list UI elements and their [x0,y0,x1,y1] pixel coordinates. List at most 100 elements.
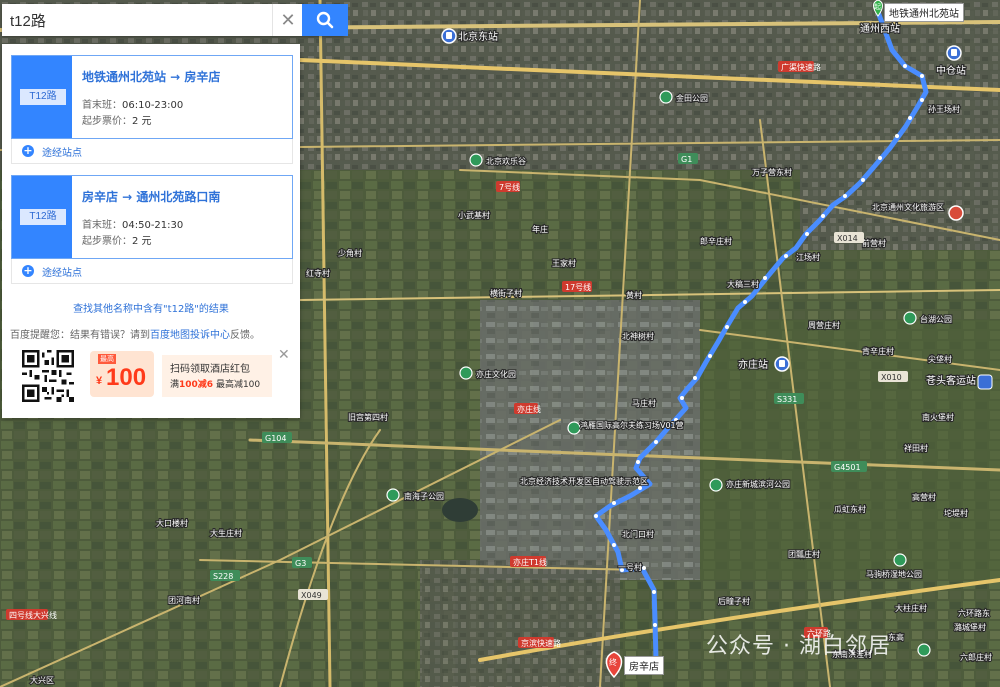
tip-suffix: 反馈。 [230,330,260,341]
train-station-icon[interactable] [774,356,790,372]
route-card-side: T12路 [12,176,72,258]
stops-label: 途经站点 [42,267,82,279]
route-badge: T12路 [20,89,66,105]
place-label: 北神树村 [622,331,654,341]
road-shield: G4501 [831,461,867,472]
station-label: 通州西站 [860,22,900,35]
route-fare: 起步票价：2 元 [82,112,152,127]
coupon-terms-b: 100减6 [179,380,214,390]
place-label: 少角村 [338,248,362,258]
plus-icon: + [22,144,34,157]
road-shield: X049 [298,589,328,600]
place-label: 大柱庄村 [895,603,927,613]
search-input[interactable] [2,4,276,36]
close-icon[interactable]: ✕ [272,4,303,36]
road-label: S228 [213,572,233,581]
road-shield: G104 [262,432,292,443]
station-label: 苍头客运站 [926,374,976,387]
place-label: 肯辛庄村 [862,346,894,356]
schedule-value: 06:10-23:00 [122,100,184,111]
fare-label: 起步票价： [82,116,132,127]
route-card[interactable]: T12路 房辛店 → 通州北苑路口南 首末班：04:50-21:30 起步票价：… [11,175,293,259]
qr-code [22,350,74,402]
road-shield: 四号线大兴线 [6,609,57,620]
place-label: 大口楼村 [156,518,188,528]
place-label: 万子营东村 [752,167,792,177]
result-panel: T12路 地铁通州北苑站 → 房辛店 首末班：06:10-23:00 起步票价：… [2,44,300,418]
road-label: 亦庄线 [517,404,541,414]
place-label: 团河南村 [168,595,200,605]
schedule-label: 首末班： [82,100,122,111]
train-station-icon[interactable] [946,45,962,61]
close-icon[interactable]: ✕ [278,347,290,363]
search-button[interactable] [302,4,348,36]
lake [442,498,478,522]
place-label: 年庄 [532,224,548,234]
tip-prefix: 百度提醒您：结果有错误？请到 [10,330,150,341]
place-label: 南海子公园 [404,491,444,501]
station-label: 亦庄站 [738,358,768,371]
end-marker-label[interactable]: 房辛店 [624,656,664,675]
place-label: 大兴区 [30,675,54,685]
station-label: 中仓站 [936,64,966,77]
place-label: 小武基村 [458,210,490,220]
stops-toggle[interactable]: + 途经站点 [11,139,293,164]
bus-station-icon[interactable] [977,374,993,390]
coupon-text-box: 扫码领取酒店红包 满100减6 最高减100 [162,355,272,397]
coupon-title: 扫码领取酒店红包 [170,364,250,375]
more-results-link[interactable]: 查找其他名称中含有"t12路"的结果 [2,300,300,315]
place-label: 坨堤村 [944,508,968,518]
place-label: 黄村 [626,290,642,300]
road-label: 17号线 [565,282,591,292]
place-label: 高营村 [912,492,936,502]
road-label: 四号线大兴线 [9,610,57,620]
industrial-area [480,300,700,580]
coupon-terms: 满100减6 最高减100 [170,377,260,390]
place-label: 孙王场村 [928,104,960,114]
road-label: G4501 [834,463,861,472]
road-label: G1 [681,155,692,164]
place-label: 马驹桥湿地公园 [866,569,922,579]
route-schedule: 首末班：06:10-23:00 [82,96,183,111]
road-shield: 亦庄T1线 [510,556,547,567]
route-title[interactable]: 房辛店 → 通州北苑路口南 [82,188,220,205]
place-label: 瓜虹东村 [834,504,866,514]
route-title[interactable]: 地铁通州北苑站 → 房辛店 [82,68,220,85]
stops-toggle[interactable]: + 途经站点 [11,259,293,284]
place-label: 亦庄新城滨河公园 [726,479,790,489]
green-area-east [700,320,1000,580]
road-shield: 17号线 [562,281,592,292]
road-label: G3 [295,559,306,568]
road-shield: X014 [834,232,864,243]
place-label: 周营庄村 [808,320,840,330]
stops-label: 途经站点 [42,147,82,159]
road-label: 京滨快速路 [521,638,561,648]
road-label: 7号线 [499,182,520,192]
train-station-icon[interactable] [441,28,457,44]
place-label: 王家村 [552,258,576,268]
road-label: G104 [265,434,286,443]
place-label: 红寺村 [306,268,330,278]
urban-area-south [420,560,620,687]
hotel-coupon-ad[interactable]: 最高 ¥ 100 扫码领取酒店红包 满100减6 最高减100 ✕ [10,347,292,409]
road-label: X014 [837,234,858,243]
start-marker-label[interactable]: 地铁通州北苑站 [884,3,964,22]
coupon-terms-c: 最高减100 [213,380,261,390]
place-label: 潞城堡村 [954,622,986,632]
place-label: 金田公园 [676,93,708,103]
search-box: ✕ [2,4,348,36]
place-label: 北京经济技术开发区自动驾驶示范区 [520,476,648,486]
place-label: 郎辛庄村 [700,236,732,246]
coupon-currency: ¥ [96,375,103,387]
place-label: 南火堡村 [922,412,954,422]
complaint-center-link[interactable]: 百度地图投诉中心 [150,330,230,341]
route-badge: T12路 [20,209,66,225]
place-label: 鸿雁国际高尔夫练习场V01营 [580,420,684,430]
landmark-icon[interactable] [948,205,964,221]
place-label: 祥田村 [904,443,928,453]
route-card-side: T12路 [12,56,72,138]
road-shield: G1 [678,153,698,164]
watermark: 公众号 · 湖白邻居 [706,634,891,659]
road-label: S331 [777,395,797,404]
route-card[interactable]: T12路 地铁通州北苑站 → 房辛店 首末班：06:10-23:00 起步票价：… [11,55,293,139]
